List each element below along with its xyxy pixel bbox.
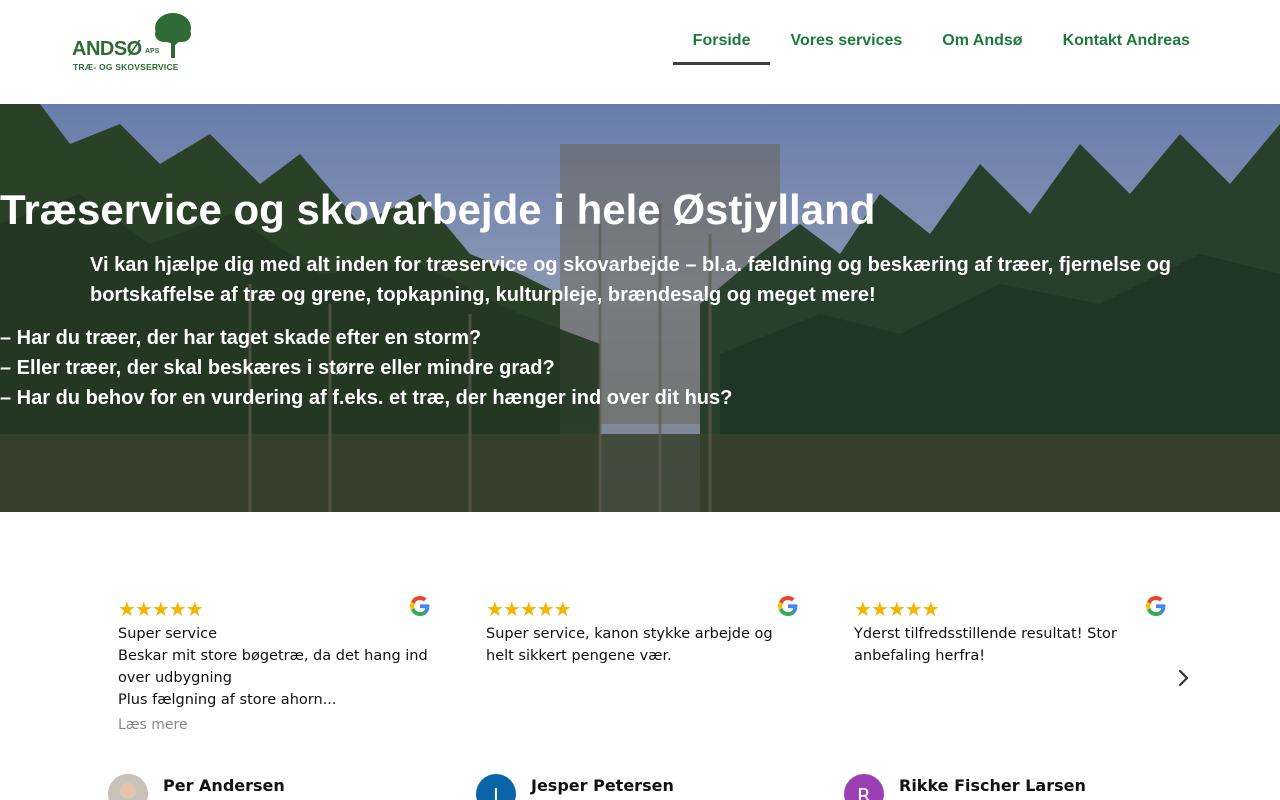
hero-title: Træservice og skovarbejde i hele Østjyll… (0, 186, 876, 233)
hero-question: – Har du behov for en vurdering af f.eks… (0, 387, 733, 409)
review-text: Yderst tilfredsstillende resultat! Stor … (854, 626, 1117, 664)
reviewer-name: Rikke Fischer Larsen (899, 776, 1086, 795)
star-rating: ★★★★★ (486, 597, 572, 621)
hero-section: Træservice og skovarbejde i hele Østjyll… (0, 104, 1280, 512)
logo-tagline: TRÆ- OG SKOVSERVICE (73, 62, 179, 72)
google-icon (778, 596, 798, 616)
review-text: Super service Beskar mit store bøgetræ, … (118, 626, 428, 708)
andso-logo[interactable]: ANDSØ APS TRÆ- OG SKOVSERVICE (72, 12, 192, 74)
avatar: J (476, 774, 516, 800)
avatar: R (844, 774, 884, 800)
person-photo-icon (108, 774, 148, 800)
star-rating: ★★★★★ (118, 597, 204, 621)
hero-questions: – Har du træer, der har taget skade efte… (0, 323, 1280, 413)
reviewer-name: Jesper Petersen (531, 776, 674, 795)
tree-logo-icon (155, 13, 191, 58)
main-nav: Forside Vores services Om Andsø Kontakt … (672, 20, 1210, 65)
review-text: Super service, kanon stykke arbejde og h… (486, 626, 773, 664)
chevron-right-icon[interactable] (1174, 666, 1194, 690)
review-card: ★★★★★ Super service, kanon stykke arbejd… (476, 594, 806, 800)
review-card: ★★★★★ Yderst tilfredsstillende resultat!… (844, 594, 1174, 800)
site-header: ANDSØ APS TRÆ- OG SKOVSERVICE Forside Vo… (0, 0, 1280, 104)
logo-wordmark: ANDSØ (72, 38, 142, 60)
logo-suffix: APS (145, 48, 160, 55)
reviews-section: ★★★★★ Super service Beskar mit store bøg… (0, 512, 1280, 800)
nav-item-om-andso[interactable]: Om Andsø (922, 20, 1042, 65)
star-rating: ★★★★★ (854, 597, 940, 621)
nav-item-forside[interactable]: Forside (672, 20, 771, 65)
google-icon (410, 596, 430, 616)
read-more-link[interactable]: Læs mere (118, 717, 188, 733)
nav-item-kontakt-andreas[interactable]: Kontakt Andreas (1043, 20, 1210, 65)
review-card: ★★★★★ Super service Beskar mit store bøg… (108, 594, 438, 800)
hero-intro-text: Vi kan hjælpe dig med alt inden for træs… (90, 254, 1172, 306)
google-icon (1146, 596, 1166, 616)
hero-question: – Har du træer, der har taget skade efte… (0, 327, 482, 349)
hero-question: – Eller træer, der skal beskæres i størr… (0, 357, 555, 379)
avatar (108, 774, 148, 800)
reviewer-name: Per Andersen (163, 776, 285, 795)
nav-item-vores-services[interactable]: Vores services (770, 20, 922, 65)
